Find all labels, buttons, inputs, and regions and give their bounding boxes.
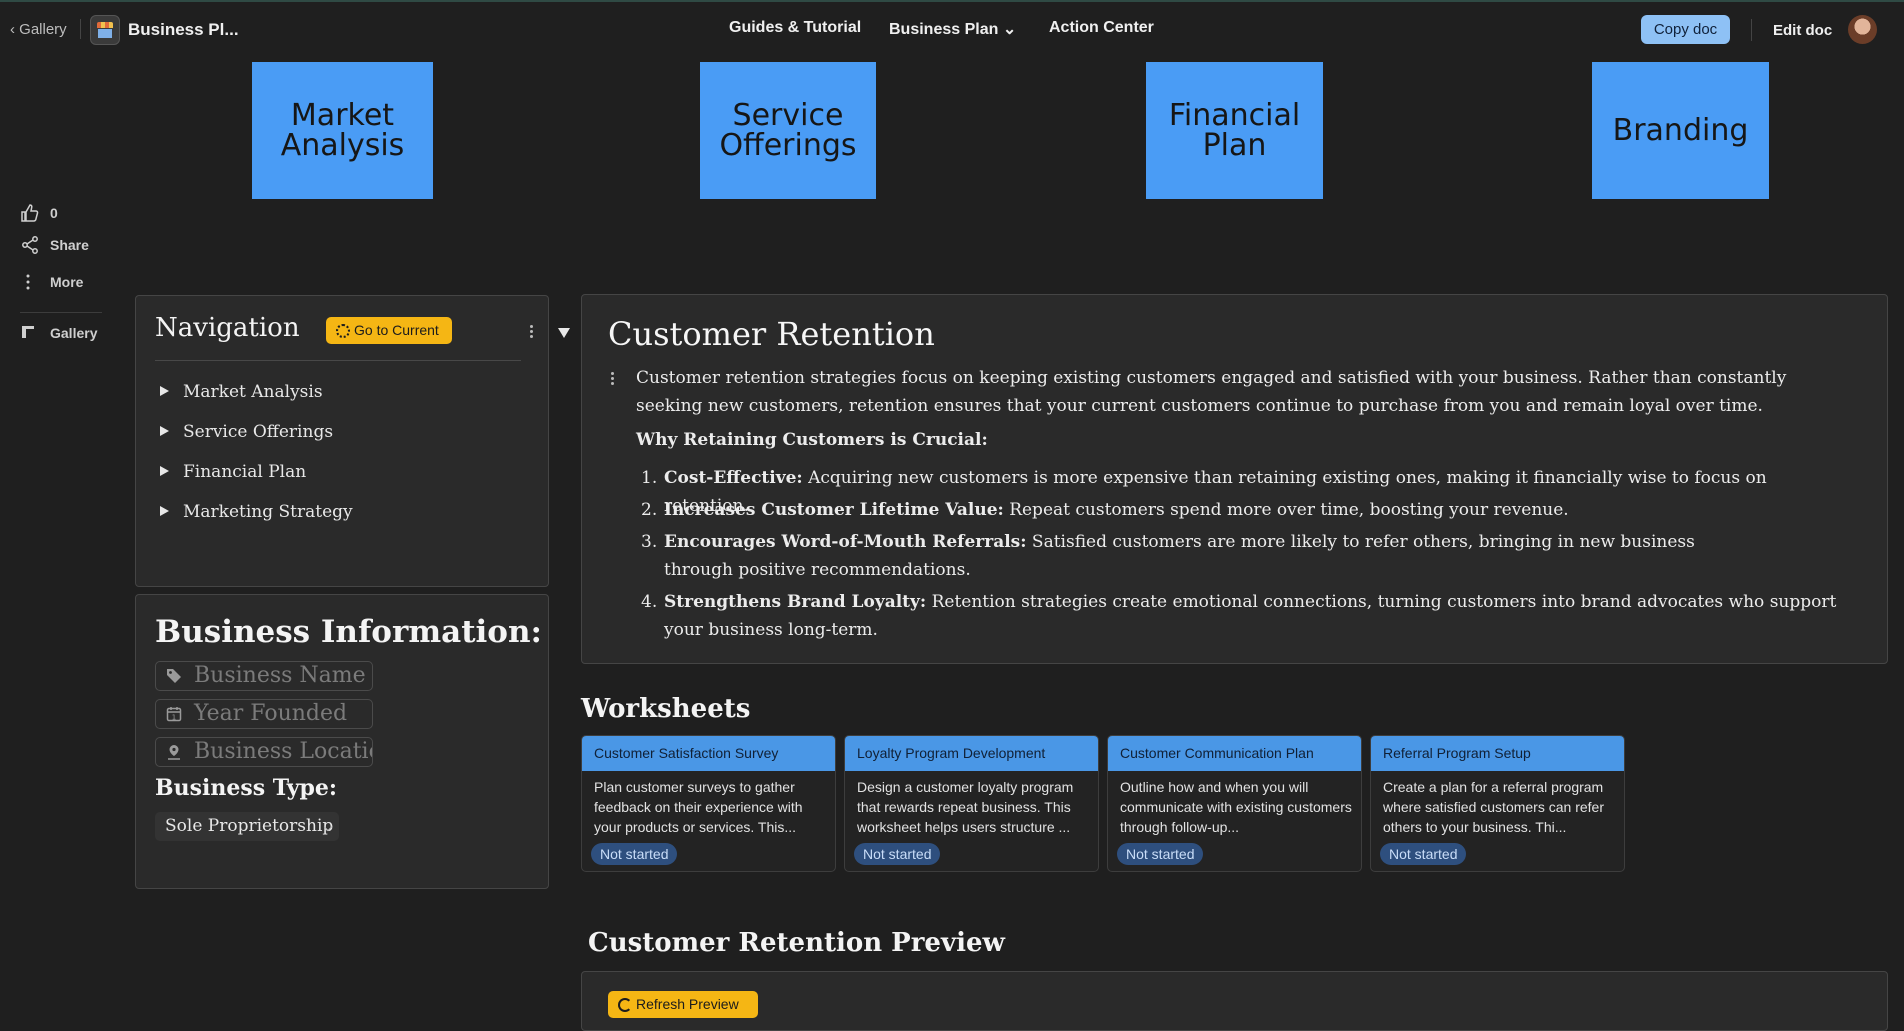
more-vertical-icon [26,274,30,290]
nav-item-label: Financial Plan [183,462,307,482]
expand-triangle-icon [160,466,169,476]
share-label: Share [50,237,89,253]
tile-service-offerings[interactable]: Service Offerings [700,62,876,199]
nav-guides-tutorial[interactable]: Guides & Tutorial [729,19,861,37]
thumbs-up-icon [21,204,39,222]
go-to-current-label: Go to Current [354,322,439,338]
tag-icon [167,669,181,683]
list-item-heading: Encourages Word-of-Mouth Referrals: [664,532,1027,552]
business-type-label: Business Type: [155,775,337,801]
worksheet-card-referral-program[interactable]: Referral Program Setup Create a plan for… [1370,735,1625,872]
worksheet-card-description: Design a customer loyalty program that r… [857,779,1074,835]
status-badge: Not started [1380,843,1467,865]
refresh-icon [618,998,632,1012]
year-founded-field[interactable]: 1 Year Founded [155,699,373,729]
expand-triangle-icon [160,386,169,396]
divider [155,360,521,361]
avatar[interactable] [1848,15,1877,44]
business-info-title: Business Information: [155,614,542,650]
worksheet-card-description: Plan customer surveys to gather feedback… [594,779,803,835]
worksheet-card-description: Outline how and when you will communicat… [1120,779,1352,835]
list-number: 4. [641,592,658,612]
list-number: 2. [641,500,658,520]
nav-item-market-analysis[interactable]: Market Analysis [160,382,323,402]
copy-doc-button[interactable]: Copy doc [1641,15,1730,44]
edit-doc-button[interactable]: Edit doc [1773,22,1832,39]
navigation-options-icon[interactable] [530,325,534,340]
nav-business-plan[interactable]: Business Plan ⌄ [889,19,1016,39]
why-heading: Why Retaining Customers is Crucial: [636,430,988,450]
collapse-triangle-icon[interactable] [558,328,570,338]
nav-item-marketing-strategy[interactable]: Marketing Strategy [160,502,353,522]
back-to-gallery-link[interactable]: ‹ Gallery [10,21,67,38]
status-badge: Not started [1117,843,1204,865]
divider [1751,19,1752,41]
list-number: 1. [641,468,658,488]
worksheet-card-loyalty-program[interactable]: Loyalty Program Development Design a cus… [844,735,1099,872]
share-icon [22,236,38,254]
tile-market-analysis[interactable]: Market Analysis [252,62,433,199]
worksheet-card-description: Create a plan for a referral program whe… [1383,779,1604,835]
list-number: 3. [641,532,658,552]
year-founded-placeholder: Year Founded [194,701,348,726]
list-item-heading: Increases Customer Lifetime Value: [664,500,1004,520]
business-name-placeholder: Business Name [194,663,366,688]
more-label: More [50,274,84,290]
retention-intro: Customer retention strategies focus on k… [636,368,1787,416]
divider [20,312,102,313]
gallery-icon [22,326,34,338]
business-location-field[interactable]: Business Location [155,737,373,767]
worksheets-title: Worksheets [581,694,751,724]
top-bar: ‹ Gallery Business Pl... Guides & Tutori… [0,2,1904,54]
worksheet-card-title: Customer Satisfaction Survey [582,736,835,771]
divider [80,19,81,39]
expand-triangle-icon [160,426,169,436]
worksheet-card-title: Customer Communication Plan [1108,736,1361,771]
svg-text:1: 1 [172,714,176,722]
worksheet-card-communication-plan[interactable]: Customer Communication Plan Outline how … [1107,735,1362,872]
business-type-select[interactable]: Sole Proprietorship [155,812,339,841]
block-handle-icon[interactable] [611,372,615,387]
business-name-field[interactable]: Business Name [155,661,373,691]
nav-item-label: Market Analysis [183,382,323,402]
status-badge: Not started [591,843,678,865]
nav-item-financial-plan[interactable]: Financial Plan [160,462,306,482]
page-title: Customer Retention [608,315,935,353]
go-to-current-button[interactable]: Go to Current [326,317,452,344]
worksheet-card-title: Referral Program Setup [1371,736,1624,771]
preview-title: Customer Retention Preview [588,928,1005,958]
navigation-title: Navigation [155,313,300,343]
status-badge: Not started [854,843,941,865]
calendar-icon: 1 [166,707,182,722]
like-count: 0 [50,205,58,221]
business-type-value: Sole Proprietorship [165,816,334,836]
refresh-preview-label: Refresh Preview [636,996,739,1012]
tile-branding[interactable]: Branding [1592,62,1769,199]
target-icon [336,324,350,338]
list-item-text: Repeat customers spend more over time, b… [1003,500,1569,520]
doc-store-icon[interactable] [90,15,120,45]
tile-financial-plan[interactable]: Financial Plan [1146,62,1323,199]
refresh-preview-button[interactable]: Refresh Preview [608,991,758,1018]
nav-action-center[interactable]: Action Center [1049,19,1154,37]
expand-triangle-icon [160,506,169,516]
business-location-placeholder: Business Location [194,739,372,764]
nav-item-label: Marketing Strategy [183,502,353,522]
location-pin-icon [168,745,180,760]
gallery-label: Gallery [50,325,98,341]
nav-item-label: Service Offerings [183,422,334,442]
worksheet-card-satisfaction-survey[interactable]: Customer Satisfaction Survey Plan custom… [581,735,836,872]
preview-panel [581,971,1888,1031]
list-item-heading: Cost-Effective: [664,468,803,488]
nav-item-service-offerings[interactable]: Service Offerings [160,422,333,442]
worksheet-card-title: Loyalty Program Development [845,736,1098,771]
list-item-heading: Strengthens Brand Loyalty: [664,592,927,612]
doc-title[interactable]: Business Pl... [128,20,239,40]
